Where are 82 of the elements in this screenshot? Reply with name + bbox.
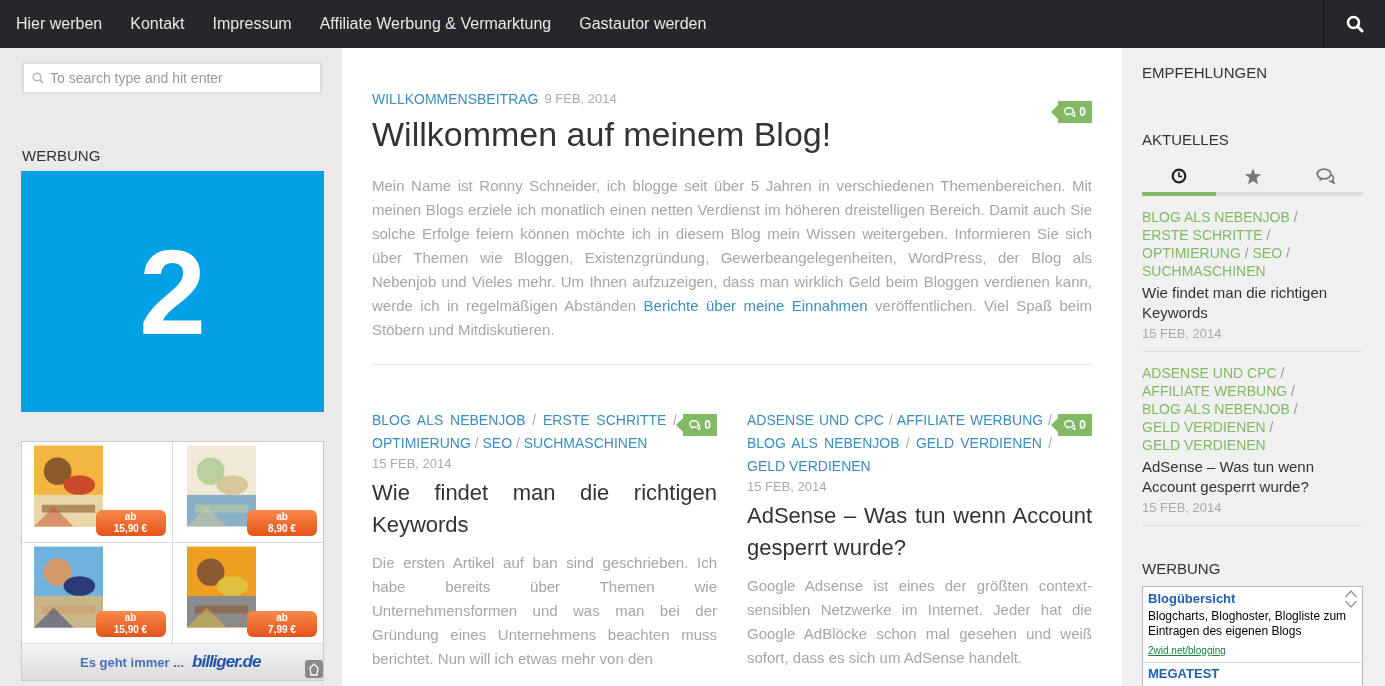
ad-text: Blogcharts, Bloghoster, Blogliste zum Eintragen des eigenen Blogs — [1148, 609, 1348, 639]
section-heading: WERBUNG — [22, 147, 102, 164]
post-date: 15 FEB, 2014 — [1142, 500, 1223, 515]
category-link[interactable]: ADSENSE UND CPC — [747, 412, 884, 428]
price-tag[interactable]: ab 7,99 € — [247, 611, 317, 637]
ad-url[interactable]: 2wid.net/blogging — [1148, 645, 1357, 656]
post-date: 9 FEB, 2014 — [544, 91, 617, 107]
post-title[interactable]: Wie findet man die richtigen Keywords — [372, 477, 717, 541]
category-link[interactable]: ERSTE SCHRITTE — [542, 412, 667, 428]
post-date: 15 FEB, 2014 — [747, 479, 828, 494]
section-heading: WERBUNG — [1142, 560, 1222, 577]
logo[interactable]: billiger.de — [192, 652, 261, 672]
separator: / — [1244, 245, 1249, 261]
price-tag[interactable]: ab 15,90 € — [95, 510, 166, 536]
search-icon — [1345, 15, 1364, 33]
search-field[interactable]: To search type and hit enter — [22, 62, 322, 94]
up-down-arrows-icon[interactable] — [1344, 589, 1358, 609]
comments-icon — [689, 420, 702, 430]
separator: / — [1269, 419, 1274, 435]
comments-icon — [1064, 420, 1077, 430]
separator: / — [1293, 401, 1298, 417]
category-link[interactable]: SEO — [1252, 245, 1283, 261]
comments-icon — [1064, 107, 1077, 117]
post-date: 15 FEB, 2014 — [1142, 326, 1223, 341]
ad-info-icon[interactable] — [305, 660, 323, 678]
post-excerpt: Die ersten Artikel auf ban sind geschrieben. Ich habe bereits über Themen wie Unternehmensformen und was man bei der Gründung eines Unternehmens beachten muss berichtet. Nun will ich etwas mehr von den — [372, 553, 717, 669]
nav-link[interactable]: Kontakt — [116, 15, 199, 33]
separator: / — [1285, 245, 1290, 261]
separator: / — [532, 412, 537, 428]
category-link[interactable]: WILLKOMMENSBEITRAG — [372, 91, 539, 107]
category-link[interactable]: ADSENSE UND CPC — [1142, 365, 1277, 381]
category-link[interactable]: SUCHMASCHINEN — [1142, 263, 1266, 279]
category-link[interactable]: SEO — [482, 435, 513, 451]
post-excerpt: Google Adsense ist eines der größten context-sensiblen Netzwerke im Internet. Jeder hat die Google AdBlöcke schon mal gesehen und weiß sofort, dass es sich um AdSense handelt. — [747, 576, 1092, 668]
ad-banner[interactable]: 2 — [21, 171, 324, 412]
separator: / — [515, 435, 520, 451]
separator: / — [1048, 435, 1053, 451]
category-link[interactable]: GELD VERDIENEN — [1142, 437, 1266, 453]
separator: / — [1293, 209, 1298, 225]
category-link[interactable]: BLOG ALS NEBENJOB — [1142, 401, 1290, 417]
nav-link[interactable]: Gastautor werden — [565, 15, 721, 33]
category-link[interactable]: SUCHMASCHINEN — [523, 435, 648, 451]
category-link[interactable]: GELD VERDIENEN — [915, 435, 1042, 451]
category-link[interactable]: GELD VERDIENEN — [1142, 419, 1266, 435]
category-link[interactable]: OPTIMIERUNG — [372, 435, 471, 451]
separator: / — [1266, 227, 1271, 243]
post-link[interactable]: Wie findet man die richtigen Keywords — [1142, 283, 1363, 323]
comments-icon — [1316, 168, 1337, 184]
tab[interactable] — [1142, 166, 1216, 196]
text-link[interactable]: Berichte über meine Einnahmen — [643, 297, 868, 314]
category-link[interactable]: BLOG ALS NEBENJOB — [1142, 209, 1290, 225]
section-heading: AKTUELLES — [1142, 131, 1230, 148]
price-tag[interactable]: ab 15,90 € — [95, 611, 166, 637]
separator: / — [1280, 365, 1285, 381]
category-link[interactable]: BLOG ALS NEBENJOB — [372, 412, 526, 428]
separator: / — [1291, 383, 1295, 399]
nav-link[interactable]: Hier werben — [2, 15, 117, 33]
ad-title[interactable]: Blogübersicht — [1148, 591, 1357, 606]
clock-icon — [1170, 168, 1187, 184]
post-title[interactable]: AdSense – Was tun wenn Account gesperrt wurde? — [747, 500, 1092, 564]
star-icon — [1243, 167, 1262, 185]
ad-title[interactable]: MEGATEST — [1148, 666, 1357, 681]
nav-link[interactable]: Impressum — [198, 15, 306, 33]
category-link[interactable]: GELD VERDIENEN — [747, 458, 871, 474]
separator: / — [1048, 412, 1052, 428]
price-tag[interactable]: ab 8,90 € — [247, 510, 317, 536]
separator: / — [905, 435, 910, 451]
category-link[interactable]: AFFILIATE WERBUNG — [1142, 383, 1288, 399]
banner-number: 2 — [139, 231, 206, 352]
post-link[interactable]: AdSense – Was tun wenn Account gesperrt wurde? — [1142, 457, 1363, 497]
separator: / — [474, 435, 479, 451]
separator: / — [673, 412, 677, 428]
category-link[interactable]: ERSTE SCHRITTE — [1142, 227, 1263, 243]
nav-link[interactable]: Affiliate Werbung & Vermarktung — [305, 15, 566, 33]
section-heading: EMPFEHLUNGEN — [1142, 64, 1269, 81]
post-date: 15 FEB, 2014 — [372, 456, 453, 471]
category-link[interactable]: OPTIMIERUNG — [1142, 245, 1241, 261]
post-text: Mein Name ist Ronny Schneider, ich blogge seit über 5 Jahren in verschiedenen Themenbereichen. Mit meinen Blogs erziele ich monatlich einen netten Verdienst im höheren dreistelligen Bereich. Damit auch Sie solche Erfolge feiern können möchte ich in diesem Blog mein Wissen weitergeben. Informieren Sie sich über Themen wie Bloggen, Existenzgründung, Gewerbeangelegenheiten, WordPress, der Blog als Nebenjob und Vieles mehr. Um Ihnen aufzuzeigen, dass man wirklich Geld beim Bloggen verdienen kann, werde ich in regelmäßigen Abständen Berichte über meine Einnahmen veröffentlichen. Viel Spaß beim Stöbern und Mitdiskutieren. — [372, 176, 1092, 340]
ad-slogan: Es geht immer ... — [80, 654, 185, 670]
separator: / — [888, 412, 893, 428]
category-link[interactable]: AFFILIATE WERBUNG — [896, 412, 1044, 428]
category-link[interactable]: BLOG ALS NEBENJOB — [747, 435, 900, 451]
